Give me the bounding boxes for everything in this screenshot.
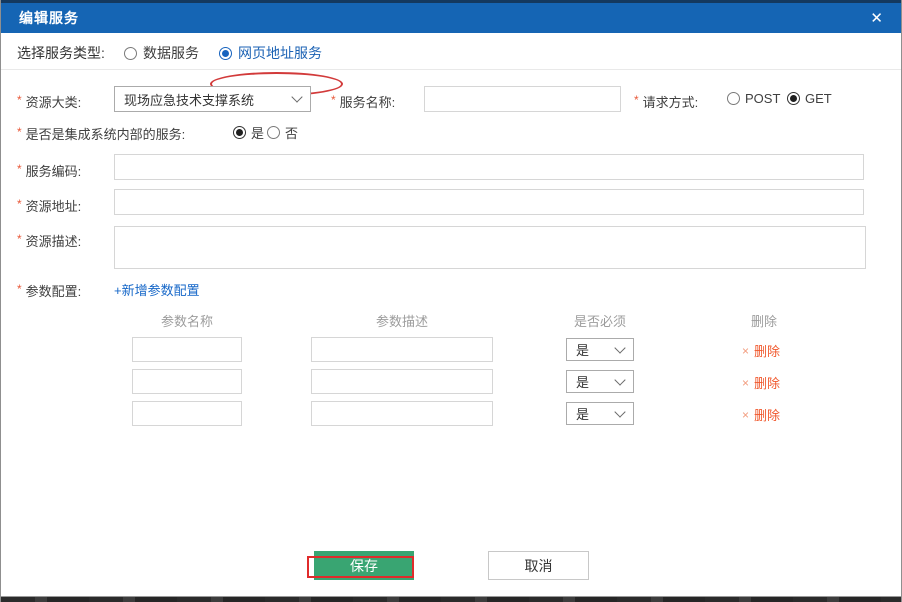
radio-unchecked-icon[interactable] — [124, 47, 137, 60]
service-type-row: 选择服务类型: 数据服务 网页地址服务 — [1, 33, 901, 70]
service-name-label: * 服务名称: — [331, 92, 395, 111]
service-type-label: 选择服务类型: — [17, 43, 105, 63]
param-name-input[interactable] — [132, 369, 242, 394]
required-select-value: 是 — [576, 372, 589, 391]
radio-data-service-label: 数据服务 — [143, 43, 199, 63]
dialog-titlebar: 编辑服务 ✕ — [1, 0, 901, 33]
resource-category-select[interactable]: 现场应急技术支撑系统 — [114, 86, 311, 112]
required-asterisk: * — [634, 92, 639, 109]
radio-internal-yes[interactable]: 是 — [233, 123, 264, 142]
col-header-required: 是否必须 — [566, 311, 634, 330]
save-button[interactable]: 保存 — [314, 551, 414, 580]
close-icon[interactable]: ✕ — [866, 9, 887, 28]
radio-get[interactable]: GET — [787, 91, 832, 106]
required-select-value: 是 — [576, 404, 589, 423]
service-code-input[interactable] — [114, 154, 864, 180]
chevron-down-icon — [291, 91, 302, 102]
col-header-delete: 删除 — [729, 311, 799, 330]
param-desc-input[interactable] — [311, 401, 493, 426]
resource-category-label: * 资源大类: — [17, 92, 81, 111]
resource-category-value: 现场应急技术支撑系统 — [124, 90, 254, 109]
service-code-label: * 服务编码: — [17, 161, 81, 180]
radio-post[interactable]: POST — [727, 91, 780, 106]
radio-yes-label: 是 — [251, 123, 264, 142]
radio-no-label: 否 — [285, 123, 298, 142]
required-select[interactable]: 是 — [566, 370, 634, 393]
col-header-param-desc: 参数描述 — [311, 311, 493, 330]
required-asterisk: * — [17, 196, 22, 213]
radio-unchecked-icon[interactable] — [267, 126, 280, 139]
delete-row-link[interactable]: × 删除 — [742, 405, 780, 424]
required-select[interactable]: 是 — [566, 338, 634, 361]
chevron-down-icon — [614, 374, 625, 385]
radio-post-label: POST — [745, 91, 780, 106]
resource-desc-textarea[interactable] — [114, 226, 866, 269]
edit-service-dialog: 编辑服务 ✕ 选择服务类型: 数据服务 网页地址服务 * 资源大类: 现场应急技… — [0, 0, 902, 602]
param-name-input[interactable] — [132, 337, 242, 362]
delete-x-icon: × — [742, 408, 749, 422]
radio-internal-no[interactable]: 否 — [267, 123, 298, 142]
required-select-value: 是 — [576, 340, 589, 359]
param-desc-input[interactable] — [311, 337, 493, 362]
required-select[interactable]: 是 — [566, 402, 634, 425]
param-name-input[interactable] — [132, 401, 242, 426]
delete-row-label: 删除 — [754, 341, 780, 360]
delete-row-label: 删除 — [754, 405, 780, 424]
chevron-down-icon — [614, 342, 625, 353]
radio-checked-icon[interactable] — [233, 126, 246, 139]
chevron-down-icon — [614, 406, 625, 417]
radio-web-service-label: 网页地址服务 — [238, 43, 322, 63]
radio-web-service[interactable]: 网页地址服务 — [219, 43, 322, 63]
col-header-param-name: 参数名称 — [132, 311, 242, 330]
resource-desc-label: * 资源描述: — [17, 231, 81, 250]
required-asterisk: * — [17, 92, 22, 109]
radio-unchecked-icon[interactable] — [727, 92, 740, 105]
delete-row-link[interactable]: × 删除 — [742, 373, 780, 392]
delete-row-label: 删除 — [754, 373, 780, 392]
delete-x-icon: × — [742, 344, 749, 358]
resource-address-label: * 资源地址: — [17, 196, 81, 215]
service-name-input[interactable] — [424, 86, 621, 112]
add-param-config-link[interactable]: +新增参数配置 — [114, 280, 200, 299]
radio-checked-icon[interactable] — [787, 92, 800, 105]
required-asterisk: * — [17, 231, 22, 248]
delete-x-icon: × — [742, 376, 749, 390]
radio-get-label: GET — [805, 91, 832, 106]
required-asterisk: * — [17, 161, 22, 178]
required-asterisk: * — [17, 281, 22, 298]
required-asterisk: * — [17, 124, 22, 141]
delete-row-link[interactable]: × 删除 — [742, 341, 780, 360]
required-asterisk: * — [331, 92, 336, 109]
radio-data-service[interactable]: 数据服务 — [124, 43, 199, 63]
dialog-title: 编辑服务 — [19, 8, 79, 28]
background-window-edge — [1, 596, 901, 602]
request-method-label: * 请求方式: — [634, 92, 698, 111]
radio-checked-icon[interactable] — [219, 47, 232, 60]
internal-service-label: * 是否是集成系统内部的服务: — [17, 124, 185, 143]
resource-address-input[interactable] — [114, 189, 864, 215]
cancel-button[interactable]: 取消 — [488, 551, 589, 580]
param-config-label: * 参数配置: — [17, 281, 81, 300]
param-desc-input[interactable] — [311, 369, 493, 394]
